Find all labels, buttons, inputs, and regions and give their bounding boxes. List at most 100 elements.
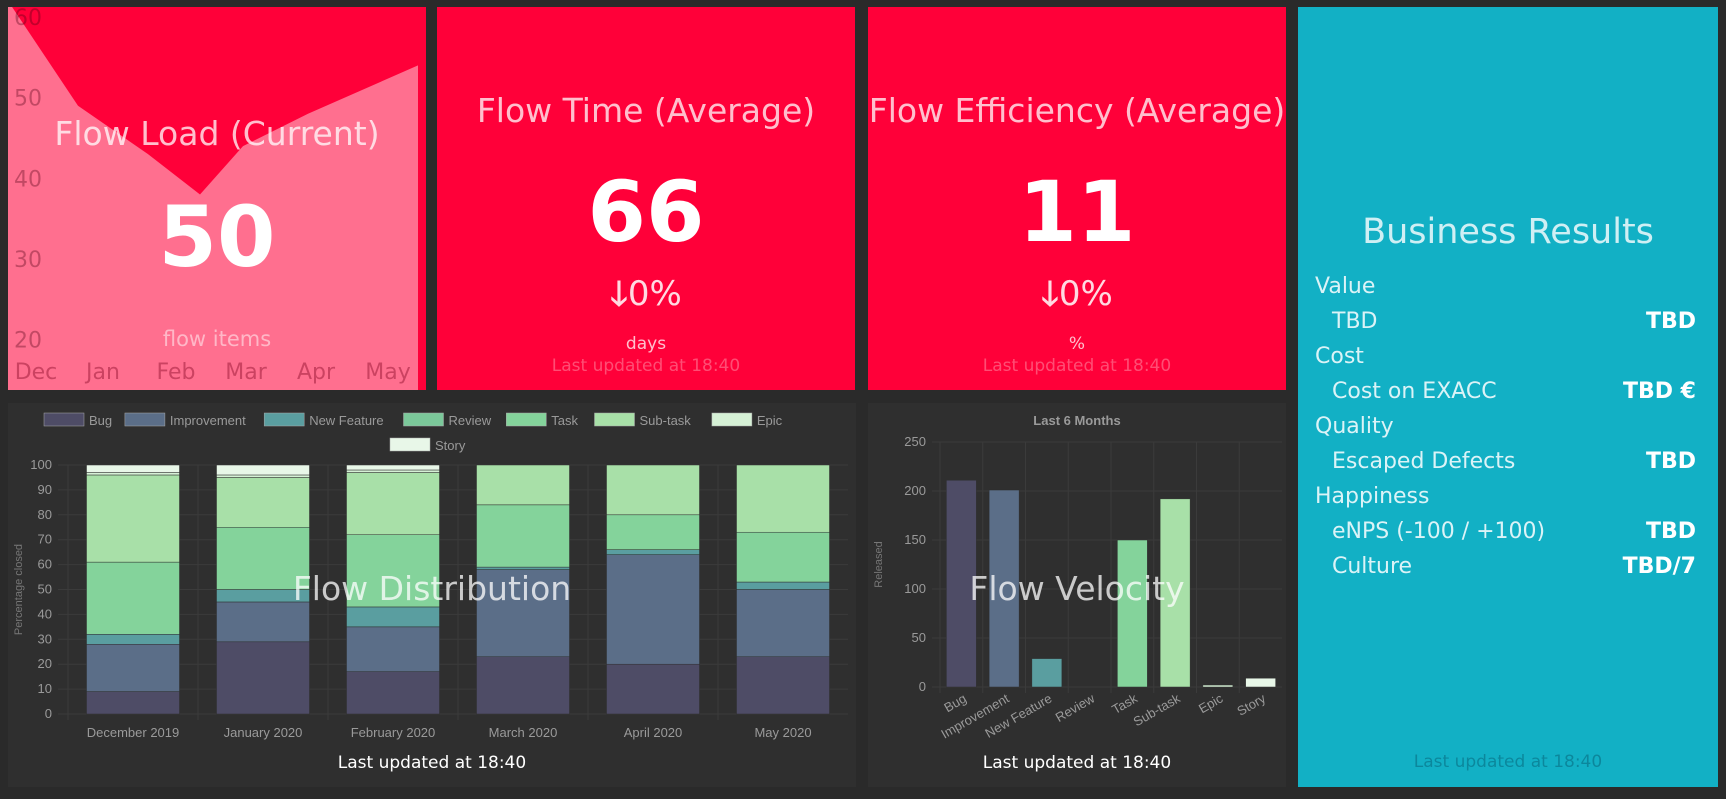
bar-segment[interactable] — [476, 464, 570, 506]
flow-velocity-updated: Last updated at 18:40 — [982, 753, 1172, 773]
x-tick-label: Jan — [84, 360, 120, 385]
bar-segment[interactable] — [476, 656, 570, 715]
flow-time-title: Flow Time (Average) — [476, 91, 816, 130]
bar[interactable] — [1202, 684, 1234, 688]
business-row-value: TBD — [1645, 519, 1696, 544]
bar-segment[interactable] — [216, 641, 310, 715]
flow-load-unit: flow items — [162, 327, 272, 351]
x-tick-label: Sub-task — [1131, 690, 1183, 729]
legend-swatch — [389, 437, 431, 452]
bar-segment[interactable] — [606, 514, 700, 550]
x-tick-label: Feb — [157, 360, 196, 385]
business-results-list: Value TBD TBD Cost Cost on EXACC TBD € Q… — [1315, 269, 1696, 584]
bar-segment[interactable] — [86, 474, 180, 563]
flow-load-tile[interactable]: 20 30 40 50 60 Dec Jan Feb Mar Apr May Flow Load … — [8, 7, 426, 390]
flow-distribution-tile[interactable]: Bug Improvement New Feature Review Task Sub-t… — [8, 403, 856, 787]
y-tick-label: 0 — [45, 706, 52, 721]
y-tick-label: 150 — [904, 532, 926, 547]
legend-item[interactable]: New Feature — [263, 412, 384, 428]
business-row-label: Cost on EXACC — [1332, 379, 1497, 404]
y-tick-label: 20 — [38, 656, 52, 671]
x-tick-label: January 2020 — [224, 725, 303, 740]
y-tick-label: 50 — [912, 630, 926, 645]
legend-item[interactable]: Task — [506, 412, 579, 428]
bar-segment[interactable] — [346, 464, 440, 471]
bar-segment[interactable] — [86, 472, 180, 476]
bar-segment[interactable] — [606, 464, 700, 516]
bar[interactable] — [1245, 677, 1276, 688]
bar-segment[interactable] — [346, 626, 440, 672]
legend-item[interactable]: Sub-task — [594, 412, 692, 428]
business-category: Value — [1315, 274, 1376, 299]
business-row-label: TBD — [1332, 309, 1378, 334]
y-tick-label: 60 — [14, 7, 42, 31]
business-row: Escaped Defects TBD — [1315, 444, 1696, 479]
legend-item[interactable]: Improvement — [124, 412, 246, 428]
legend-item[interactable]: Review — [403, 412, 492, 428]
business-row-label: eNPS (-100 / +100) — [1332, 519, 1546, 544]
bar-segment[interactable] — [216, 474, 310, 478]
bar-segment[interactable] — [216, 477, 310, 528]
legend-item[interactable]: Story — [389, 437, 466, 453]
chart-title: Last 6 Months — [1033, 413, 1120, 428]
flow-load-value: 50 — [158, 188, 276, 286]
legend-swatch — [263, 412, 305, 427]
legend-item[interactable]: Epic — [711, 412, 783, 428]
y-tick-label: 90 — [38, 482, 52, 497]
flow-efficiency-title: Flow Efficiency (Average) — [868, 91, 1286, 130]
x-tick-label: February 2020 — [351, 725, 436, 740]
legend-swatch — [594, 412, 635, 427]
bar-segment[interactable] — [86, 644, 180, 692]
bar-segment[interactable] — [86, 634, 180, 645]
legend-label: Review — [449, 413, 492, 428]
legend-item[interactable]: Bug — [43, 412, 112, 428]
x-tick-label: Bug — [941, 691, 969, 716]
legend-swatch — [506, 412, 547, 427]
flow-efficiency-change-value: 0% — [1058, 274, 1113, 314]
bar-segment[interactable] — [216, 464, 310, 476]
bar-segment[interactable] — [86, 464, 180, 473]
y-tick-label: 0 — [919, 679, 926, 694]
bar-segment[interactable] — [346, 469, 440, 473]
legend-label: Story — [435, 438, 466, 453]
legend-label: Bug — [89, 413, 112, 428]
bar-segment[interactable] — [476, 504, 570, 568]
y-tick-label: 200 — [904, 483, 926, 498]
y-tick-label: 70 — [38, 532, 52, 547]
business-row-label: Culture — [1332, 554, 1413, 579]
business-row: TBD TBD — [1315, 304, 1696, 339]
bar-segment[interactable] — [736, 464, 830, 533]
business-row-value: TBD — [1645, 309, 1696, 334]
bar-segment[interactable] — [736, 656, 830, 715]
x-tick-label: March 2020 — [489, 725, 558, 740]
y-tick-label: 40 — [38, 606, 52, 621]
bar-segment[interactable] — [346, 472, 440, 535]
business-category: Cost — [1315, 344, 1364, 369]
business-row-value: TBD € — [1622, 379, 1696, 404]
flow-time-change-value: 0% — [627, 274, 682, 314]
business-row: Cost on EXACC TBD € — [1315, 374, 1696, 409]
bar-segment[interactable] — [606, 549, 700, 555]
business-category: Quality — [1315, 414, 1394, 439]
x-tick-label: December 2019 — [87, 725, 180, 740]
bar[interactable] — [1117, 539, 1148, 688]
y-tick-label: 10 — [38, 681, 52, 696]
flow-distribution-title: Flow Distribution — [292, 569, 572, 608]
business-results-updated: Last updated at 18:40 — [1413, 752, 1603, 772]
bar-segment[interactable] — [346, 606, 440, 628]
business-row-label: Escaped Defects — [1332, 449, 1516, 474]
bar[interactable] — [1031, 658, 1063, 688]
flow-time-tile[interactable]: Flow Time (Average) 66 🡓0% days Last upd… — [437, 7, 855, 390]
x-tick-label: May 2020 — [754, 725, 811, 740]
flow-time-change: 🡓0% — [437, 270, 855, 327]
flow-efficiency-tile[interactable]: Flow Efficiency (Average) 11 🡓0% % Last … — [868, 7, 1286, 390]
x-tick-label: Mar — [225, 360, 267, 385]
legend-label: Epic — [757, 413, 783, 428]
legend-label: Sub-task — [640, 413, 692, 428]
flow-velocity-tile[interactable]: Last 6 Months Released 0 50 100 150 200 250 Bug I… — [868, 403, 1286, 787]
bar-segment[interactable] — [86, 691, 180, 715]
x-tick-label: May — [365, 360, 410, 385]
bar-segment[interactable] — [346, 671, 440, 715]
business-results-tile[interactable]: Business Results Value TBD TBD Cost Cost… — [1298, 7, 1718, 787]
bar-segment[interactable] — [606, 663, 700, 715]
